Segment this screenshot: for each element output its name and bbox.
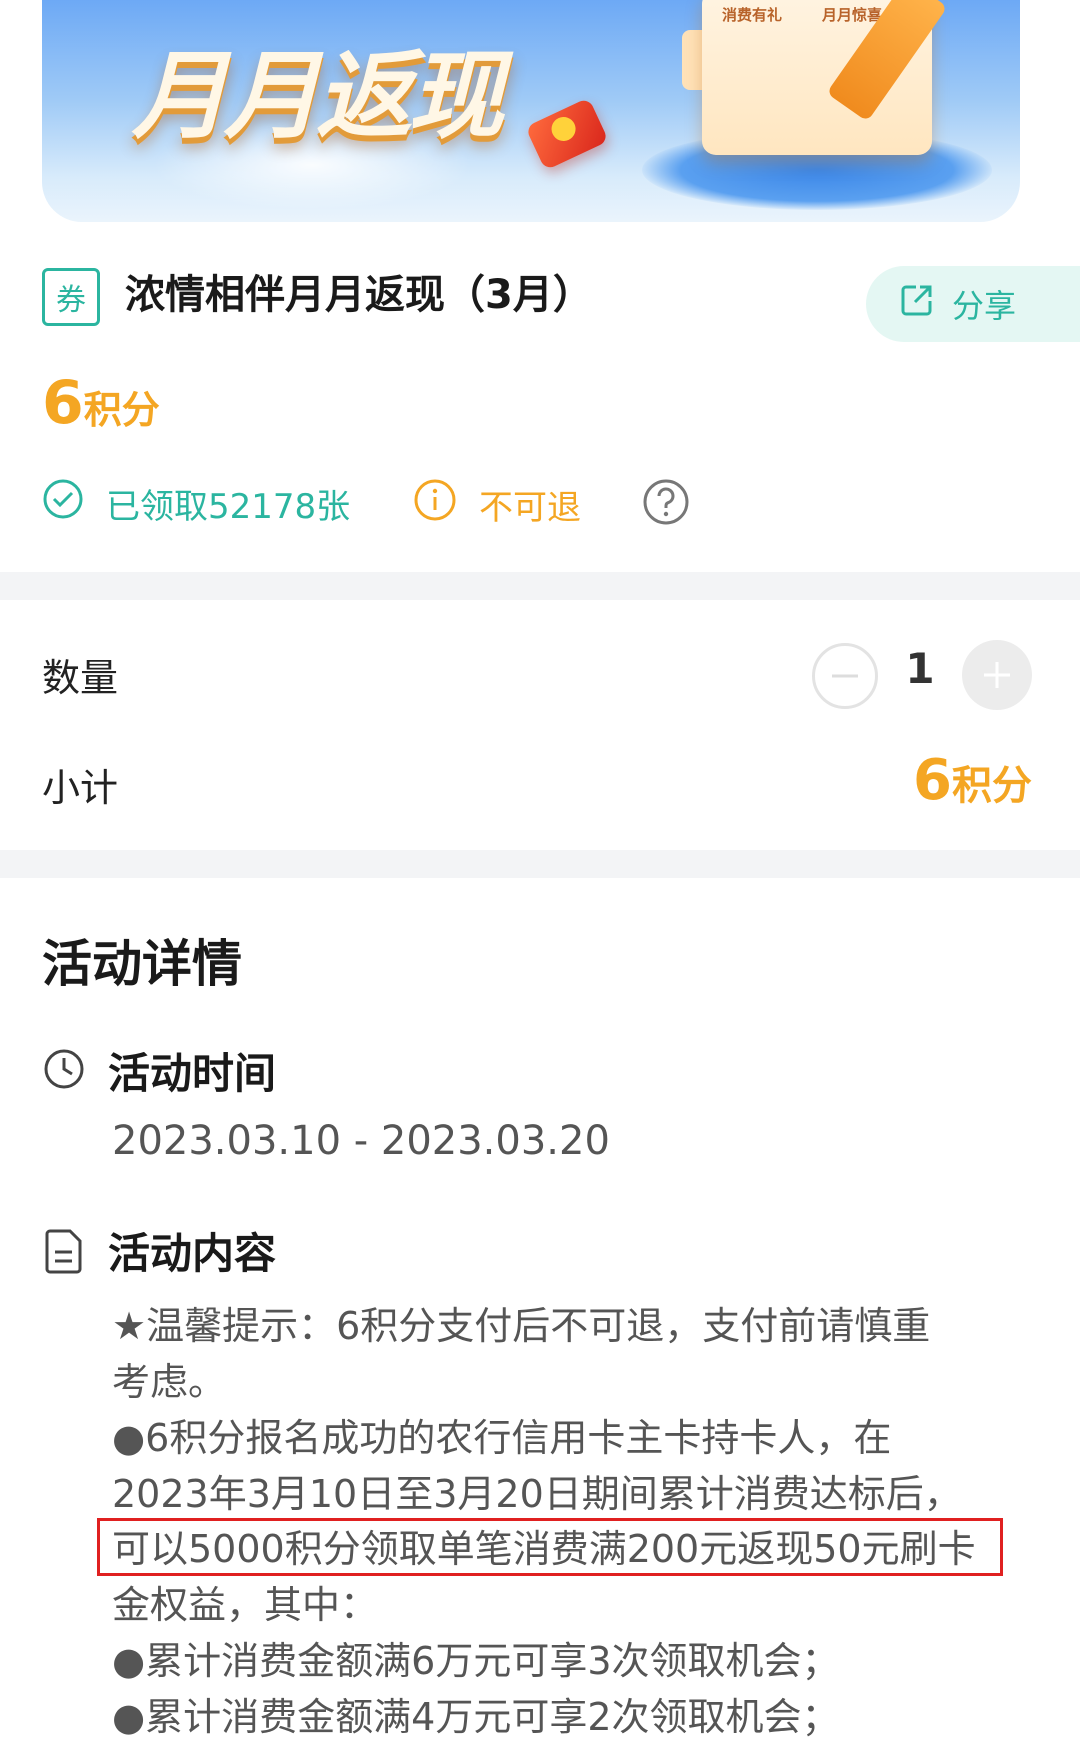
activity-content-heading: 活动内容 [108, 1229, 277, 1278]
minus-icon [832, 674, 858, 678]
help-button[interactable] [642, 478, 712, 535]
increase-quantity-button[interactable] [962, 640, 1032, 710]
activity-time-range: 2023.03.10 - 2023.03.20 [112, 1118, 610, 1164]
claimed-text: 已领取52178张 [106, 487, 351, 527]
content-line: 2023年3月10日至3月20日期间累计消费达标后， [112, 1472, 962, 1516]
claimed-count: 已领取52178张 [42, 478, 350, 529]
subtotal-label: 小计 [42, 766, 119, 810]
refund-text: 不可退 [479, 488, 581, 528]
subtotal-unit: 积分 [952, 763, 1032, 809]
section-divider [0, 572, 1080, 600]
product-price: 6积分 [42, 368, 160, 438]
content-line: ★温馨提示：6积分支付后不可退，支付前请慎重 [112, 1304, 931, 1348]
content-line: ●累计消费金额满4万元可享2次领取机会； [112, 1695, 840, 1739]
refund-policy: 不可退 [413, 478, 581, 531]
clock-icon [42, 1047, 86, 1095]
plus-icon [984, 662, 1010, 688]
document-icon [42, 1227, 86, 1279]
share-button[interactable]: 分享 [866, 266, 1080, 342]
subtotal-value: 6 [913, 748, 952, 813]
quantity-label: 数量 [42, 656, 119, 700]
banner-title: 月月返现 [132, 40, 504, 152]
product-title: 浓情相伴月月返现（3月） [125, 272, 593, 318]
section-divider [0, 850, 1080, 878]
banner-doc-label: 月月惊喜 [822, 6, 883, 24]
red-highlight-box [97, 1518, 1003, 1576]
content-line: ●累计消费金额满6万元可享3次领取机会； [112, 1639, 840, 1683]
subtotal-amount: 6积分 [913, 748, 1032, 813]
activity-time-heading: 活动时间 [108, 1049, 277, 1098]
decrease-quantity-button[interactable] [812, 643, 878, 709]
banner-doc-label: 消费有礼 [722, 6, 783, 24]
price-unit: 积分 [83, 388, 160, 432]
content-line: ●6积分报名成功的农行信用卡主卡持卡人，在 [112, 1416, 892, 1460]
coupon-tag: 券 [42, 268, 100, 326]
content-line: 金权益，其中： [112, 1583, 379, 1627]
red-envelope-icon [525, 97, 609, 171]
check-circle-icon [42, 478, 84, 529]
content-line: 考虑。 [112, 1360, 227, 1404]
share-icon [900, 283, 934, 325]
help-icon [642, 478, 690, 535]
share-label: 分享 [952, 287, 1017, 325]
quantity-value: 1 [905, 644, 935, 693]
price-value: 6 [42, 368, 84, 438]
promo-banner: 月月返现 消费有礼 月月惊喜 [42, 0, 1020, 222]
info-icon [413, 478, 457, 531]
details-title: 活动详情 [42, 935, 242, 993]
